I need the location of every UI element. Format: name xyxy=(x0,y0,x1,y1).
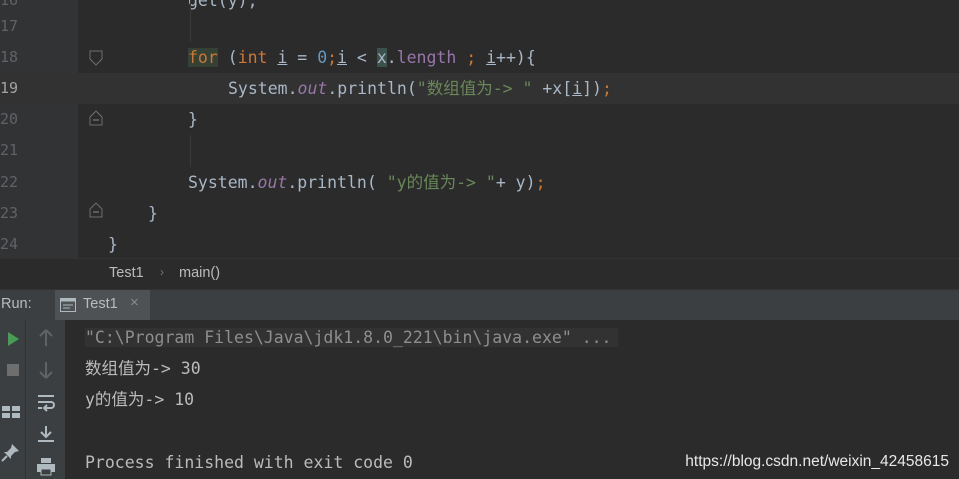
console-output-line: 数组值为-> 30 xyxy=(85,359,201,378)
print-icon[interactable] xyxy=(35,455,57,477)
line-number: 24 xyxy=(0,235,19,253)
chevron-right-icon: › xyxy=(160,265,164,279)
code-text: System.out.println( "y的值为-> "+ y); xyxy=(188,173,546,192)
code-text: } xyxy=(148,204,158,223)
line-number: 17 xyxy=(0,17,19,35)
indent-guide xyxy=(190,0,191,42)
console-command-line: "C:\Program Files\Java\jdk1.8.0_221\bin\… xyxy=(85,325,618,351)
breadcrumb: Test1 › main() xyxy=(0,258,959,289)
console-exit-message: Process finished with exit code 0 xyxy=(85,453,413,472)
down-arrow-icon[interactable] xyxy=(35,359,57,381)
breadcrumb-class[interactable]: Test1 xyxy=(109,265,144,281)
line-number: 19 xyxy=(0,79,19,97)
indent-guide xyxy=(190,135,191,167)
rerun-icon[interactable] xyxy=(2,328,24,350)
run-tab-title: Test1 xyxy=(83,296,118,312)
watermark: https://blog.csdn.net/weixin_42458615 xyxy=(685,453,949,470)
code-line-18[interactable]: 18 for (int i = 0;i < x.length ; i++){ xyxy=(0,42,959,73)
console-output[interactable]: "C:\Program Files\Java\jdk1.8.0_221\bin\… xyxy=(66,320,959,479)
scroll-to-end-icon[interactable] xyxy=(35,423,57,445)
code-line-22[interactable]: 22 System.out.println( "y的值为-> "+ y); xyxy=(0,167,959,198)
code-editor[interactable]: 16 get(y); 17 18 for (int i = 0;i < x.le… xyxy=(0,0,959,258)
code-line-21[interactable]: 21 xyxy=(0,135,959,166)
keyword-for: for xyxy=(188,48,218,67)
code-line-20[interactable]: 20 } xyxy=(0,104,959,135)
console-output-line: y的值为-> 10 xyxy=(85,390,195,409)
line-number: 20 xyxy=(0,110,19,128)
run-toolbar-secondary xyxy=(26,320,66,479)
up-arrow-icon[interactable] xyxy=(35,327,57,349)
fold-end-icon[interactable] xyxy=(89,110,103,126)
layout-icon[interactable] xyxy=(0,400,22,422)
run-tool-window-header: Run: Test1 × xyxy=(0,289,959,320)
pin-icon[interactable] xyxy=(0,441,22,463)
code-line-23[interactable]: 23 } xyxy=(0,198,959,229)
soft-wrap-icon[interactable] xyxy=(35,391,57,413)
code-line-24[interactable]: 24 } xyxy=(0,229,959,258)
code-text: System.out.println("数组值为-> " +x[i]); xyxy=(228,79,612,98)
line-number: 22 xyxy=(0,173,19,191)
line-number: 21 xyxy=(0,141,19,159)
run-label: Run: xyxy=(1,296,32,312)
run-toolbar-primary xyxy=(0,320,26,479)
code-text: } xyxy=(188,110,198,129)
run-tab-test1[interactable]: Test1 × xyxy=(55,290,150,320)
close-icon[interactable]: × xyxy=(130,294,139,311)
code-text: for (int i = 0;i < x.length ; i++){ xyxy=(188,48,536,67)
code-text: } xyxy=(108,235,118,254)
line-number: 18 xyxy=(0,48,19,66)
code-line-19[interactable]: 19 System.out.println("数组值为-> " +x[i]); xyxy=(0,73,959,104)
fold-start-icon[interactable] xyxy=(89,50,103,66)
code-line-17[interactable]: 17 xyxy=(0,11,959,42)
fold-end-icon[interactable] xyxy=(89,202,103,218)
console-icon xyxy=(60,298,76,316)
line-number: 23 xyxy=(0,204,19,222)
breadcrumb-method[interactable]: main() xyxy=(179,265,220,281)
stop-icon[interactable] xyxy=(2,359,24,381)
